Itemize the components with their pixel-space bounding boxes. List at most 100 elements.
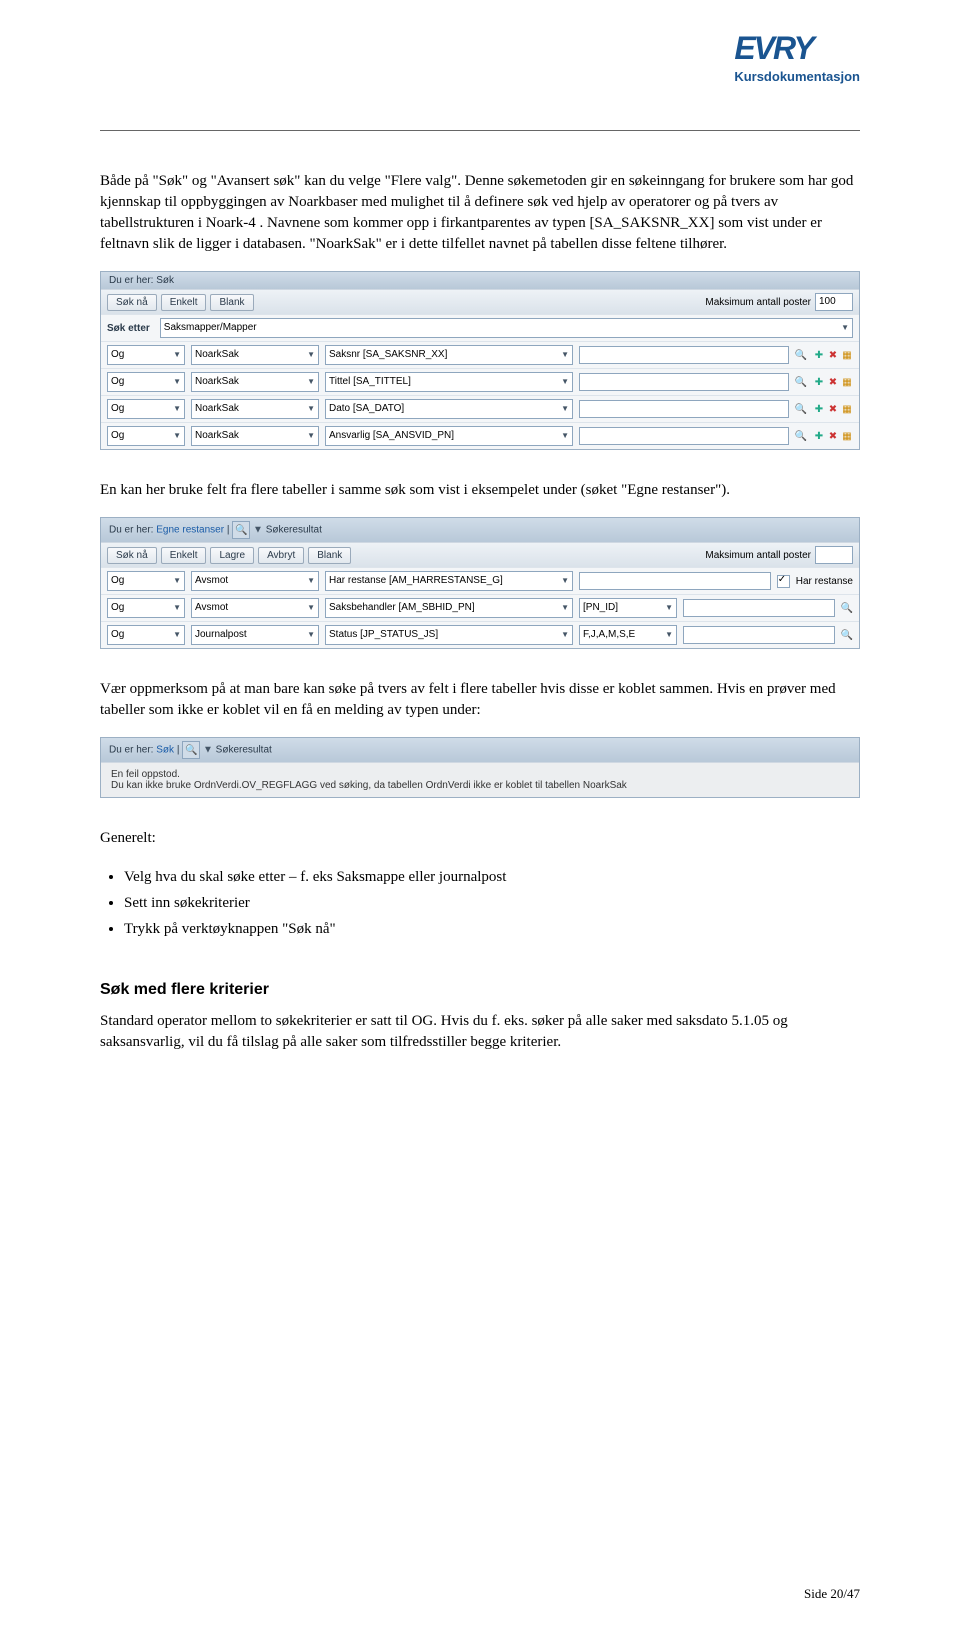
btn-blank[interactable]: Blank [210, 294, 253, 311]
btn2-blank[interactable]: Blank [308, 547, 351, 564]
criteria-row: Og▼ NoarkSak▼ Tittel [SA_TITTEL]▼ 🔍 ✚✖▦ [101, 368, 859, 395]
generelt-heading: Generelt: [100, 828, 860, 849]
chevron-down-icon: ▼ [307, 601, 315, 615]
select[interactable]: Status [JP_STATUS_JS]▼ [325, 625, 573, 645]
chevron-down-icon: ▼ [307, 574, 315, 588]
logo-tagline: Kursdokumentasjon [734, 69, 860, 84]
row-icons: ✚✖▦ [813, 376, 853, 388]
add-icon[interactable]: ✚ [813, 376, 825, 388]
chevron-down-icon: ▼ [841, 321, 849, 335]
select[interactable]: Og▼ [107, 625, 185, 645]
select[interactable]: NoarkSak▼ [191, 399, 319, 419]
select[interactable]: Og▼ [107, 571, 185, 591]
max-label-2: Maksimum antall poster [705, 550, 811, 561]
value-input[interactable] [579, 373, 789, 391]
chevron-down-icon: ▼ [307, 375, 315, 389]
value-input[interactable] [683, 599, 835, 617]
btn-sok-na[interactable]: Søk nå [107, 294, 157, 311]
criteria-row: Og▼ NoarkSak▼ Ansvarlig [SA_ANSVID_PN]▼ 🔍 ✚✖… [101, 422, 859, 449]
section-heading: Søk med flere kriterier [100, 981, 860, 999]
paragraph-1: Både på "Søk" og "Avansert søk" kan du v… [100, 171, 860, 255]
select[interactable]: [PN_ID]▼ [579, 598, 677, 618]
edit-icon[interactable]: ▦ [841, 430, 853, 442]
sok-etter-label: Søk etter [107, 323, 150, 334]
bc-link[interactable]: Egne restanser [156, 525, 224, 536]
lookup-icon[interactable]: 🔍 [795, 403, 807, 415]
chevron-down-icon: ▼ [665, 601, 673, 615]
remove-icon[interactable]: ✖ [827, 376, 839, 388]
chevron-down-icon: ▼ [307, 429, 315, 443]
criteria-row: Og▼ NoarkSak▼ Saksnr [SA_SAKSNR_XX]▼ 🔍 ✚✖▦ [101, 341, 859, 368]
lookup-icon[interactable]: 🔍 [841, 602, 853, 614]
value-input[interactable] [579, 427, 789, 445]
select[interactable]: F,J,A,M,S,E▼ [579, 625, 677, 645]
remove-icon[interactable]: ✖ [827, 349, 839, 361]
chevron-down-icon: ▼ [665, 628, 673, 642]
edit-icon[interactable]: ▦ [841, 403, 853, 415]
toolbar-2: Søk nå Enkelt Lagre Avbryt Blank Maksimu… [101, 542, 859, 567]
chevron-down-icon: ▼ [561, 429, 569, 443]
select[interactable]: NoarkSak▼ [191, 426, 319, 446]
checkbox-label: Har restanse [796, 576, 853, 587]
btn2-enkelt[interactable]: Enkelt [161, 547, 207, 564]
add-icon[interactable]: ✚ [813, 403, 825, 415]
search-icon-3[interactable]: 🔍 [182, 741, 200, 759]
btn2-sok-na[interactable]: Søk nå [107, 547, 157, 564]
select[interactable]: Og▼ [107, 598, 185, 618]
lookup-icon[interactable]: 🔍 [795, 430, 807, 442]
select[interactable]: Og▼ [107, 345, 185, 365]
chevron-down-icon: ▼ [307, 402, 315, 416]
logo-text: EVRY [734, 30, 860, 67]
chevron-down-icon: ▼ [561, 601, 569, 615]
max-input[interactable]: 100 [815, 293, 853, 311]
search-app-3: Du er her: Søk | 🔍 ▼ Søkeresultat En fei… [100, 737, 860, 798]
remove-icon[interactable]: ✖ [827, 430, 839, 442]
checkbox[interactable] [777, 575, 790, 588]
lookup-icon[interactable]: 🔍 [841, 629, 853, 641]
select[interactable]: Og▼ [107, 399, 185, 419]
btn-enkelt[interactable]: Enkelt [161, 294, 207, 311]
chevron-down-icon: ▼ [561, 375, 569, 389]
select[interactable]: Har restanse [AM_HARRESTANSE_G]▼ [325, 571, 573, 591]
max-input-2[interactable] [815, 546, 853, 564]
lookup-icon[interactable]: 🔍 [795, 376, 807, 388]
btn2-lagre[interactable]: Lagre [210, 547, 254, 564]
criteria-row: Og▼ Avsmot▼ Saksbehandler [AM_SBHID_PN]▼ [P… [101, 594, 859, 621]
select[interactable]: Avsmot▼ [191, 598, 319, 618]
select[interactable]: NoarkSak▼ [191, 345, 319, 365]
bullet-list: Velg hva du skal søke etter – f. eks Sak… [124, 865, 860, 941]
value-input[interactable] [579, 346, 789, 364]
select[interactable]: Avsmot▼ [191, 571, 319, 591]
max-label: Maksimum antall poster [705, 297, 811, 308]
value-input[interactable] [579, 572, 771, 590]
select[interactable]: Og▼ [107, 426, 185, 446]
remove-icon[interactable]: ✖ [827, 403, 839, 415]
lookup-icon[interactable]: 🔍 [795, 349, 807, 361]
select[interactable]: Tittel [SA_TITTEL]▼ [325, 372, 573, 392]
select[interactable]: NoarkSak▼ [191, 372, 319, 392]
select[interactable]: Dato [SA_DATO]▼ [325, 399, 573, 419]
bullet-2: Sett inn søkekriterier [124, 891, 860, 915]
chevron-down-icon: ▼ [173, 574, 181, 588]
edit-icon[interactable]: ▦ [841, 376, 853, 388]
add-icon[interactable]: ✚ [813, 430, 825, 442]
sok-etter-select[interactable]: Saksmapper/Mapper [164, 321, 257, 335]
value-input[interactable] [683, 626, 835, 644]
add-icon[interactable]: ✚ [813, 349, 825, 361]
logo-block: EVRY Kursdokumentasjon [734, 30, 860, 84]
edit-icon[interactable]: ▦ [841, 349, 853, 361]
select[interactable]: Saksnr [SA_SAKSNR_XX]▼ [325, 345, 573, 365]
breadcrumb-2: Du er her: Egne restanser | 🔍 ▼ Søkeresu… [101, 518, 859, 542]
bc3-prefix: Du er her: [109, 745, 153, 756]
btn2-avbryt[interactable]: Avbryt [258, 547, 304, 564]
criteria-row: Og▼ Journalpost▼ Status [JP_STATUS_JS]▼ F,J… [101, 621, 859, 648]
select[interactable]: Journalpost▼ [191, 625, 319, 645]
select[interactable]: Saksbehandler [AM_SBHID_PN]▼ [325, 598, 573, 618]
select[interactable]: Og▼ [107, 372, 185, 392]
select[interactable]: Ansvarlig [SA_ANSVID_PN]▼ [325, 426, 573, 446]
search-icon[interactable]: 🔍 [232, 521, 250, 539]
chevron-down-icon: ▼ [173, 429, 181, 443]
bc3-link[interactable]: Søk [156, 745, 174, 756]
bc-tail: Søkeresultat [266, 525, 322, 536]
value-input[interactable] [579, 400, 789, 418]
